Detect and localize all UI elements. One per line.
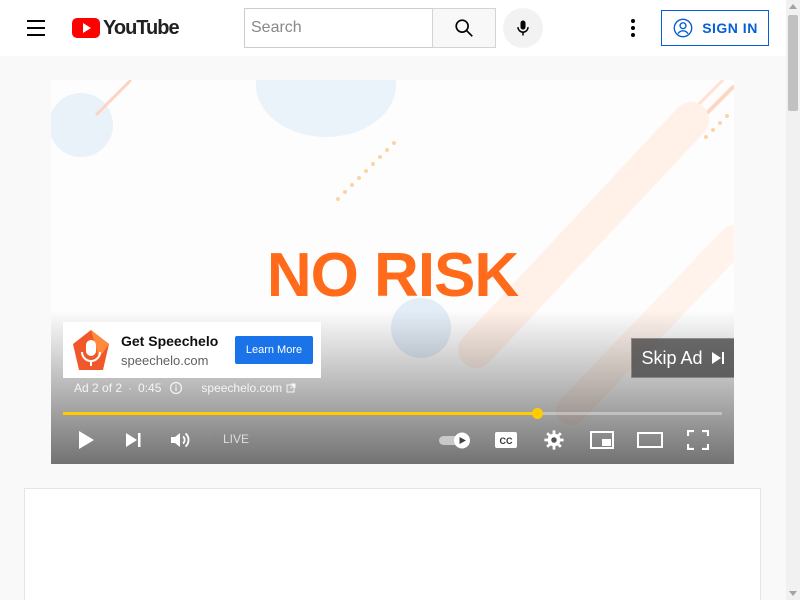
play-icon — [79, 431, 94, 449]
ad-url-link[interactable]: speechelo.com — [201, 381, 282, 395]
page-scrollbar[interactable] — [786, 0, 800, 600]
next-button[interactable] — [113, 420, 153, 460]
more-vert-icon[interactable] — [613, 8, 653, 48]
account-icon — [673, 18, 693, 38]
info-icon[interactable] — [169, 381, 183, 395]
skip-ad-label: Skip Ad — [641, 347, 703, 368]
sign-in-label: SIGN IN — [702, 20, 758, 36]
sign-in-button[interactable]: SIGN IN — [661, 10, 769, 46]
next-icon — [126, 433, 141, 447]
skip-next-icon — [711, 352, 724, 364]
theater-icon — [637, 432, 663, 448]
voice-search-button[interactable] — [503, 8, 543, 48]
autoplay-toggle[interactable] — [436, 420, 476, 460]
scroll-thumb[interactable] — [788, 15, 798, 111]
youtube-logo-icon — [72, 18, 100, 38]
learn-more-button[interactable]: Learn More — [235, 336, 313, 364]
menu-icon[interactable] — [16, 8, 56, 48]
ad-domain: speechelo.com — [121, 353, 209, 368]
settings-button[interactable] — [534, 420, 574, 460]
search-icon — [455, 19, 473, 37]
fullscreen-button[interactable] — [678, 420, 718, 460]
search-box[interactable] — [244, 8, 433, 48]
fullscreen-icon — [687, 430, 709, 450]
miniplayer-icon — [590, 431, 614, 449]
captions-button[interactable]: CC — [486, 420, 526, 460]
captions-icon: CC — [495, 432, 517, 448]
logo-text: YouTube — [103, 16, 180, 39]
masthead: YouTube SIGN IN — [0, 0, 786, 56]
search-input[interactable] — [251, 19, 433, 37]
autoplay-toggle-icon — [439, 432, 470, 449]
player-controls: LIVE CC — [51, 420, 734, 460]
ad-info-line: Ad 2 of 2 · 0:45 speechelo.com — [74, 381, 296, 395]
below-player-panel — [24, 488, 761, 600]
play-button[interactable] — [66, 420, 106, 460]
mute-button[interactable] — [160, 420, 200, 460]
external-link-icon[interactable] — [286, 383, 296, 393]
ad-title[interactable]: Get Speechelo — [121, 333, 218, 349]
ad-time-remaining: 0:45 — [138, 381, 162, 395]
theater-mode-button[interactable] — [630, 420, 670, 460]
speechelo-logo-icon — [73, 330, 109, 370]
ad-info-separator: · — [128, 381, 133, 395]
ad-counter: Ad 2 of 2 — [74, 381, 123, 395]
video-player[interactable]: NO RISK Get Speechelo speechelo.com Lear… — [51, 80, 734, 464]
search-button[interactable] — [432, 8, 496, 48]
ad-progress-bar[interactable] — [63, 408, 722, 419]
volume-icon — [171, 432, 190, 448]
scroll-down-arrow[interactable] — [789, 591, 797, 596]
live-label: LIVE — [223, 432, 250, 446]
skip-ad-button[interactable]: Skip Ad — [631, 338, 734, 378]
youtube-logo[interactable]: YouTube — [72, 16, 180, 39]
live-indicator[interactable]: LIVE — [211, 432, 249, 446]
settings-icon — [544, 430, 564, 450]
scroll-up-arrow[interactable] — [789, 4, 797, 9]
mic-icon — [517, 20, 529, 36]
live-dot — [211, 436, 217, 442]
ad-headline: NO RISK — [266, 241, 519, 310]
ad-companion-card[interactable]: Get Speechelo speechelo.com Learn More — [63, 322, 321, 378]
svg-text:CC: CC — [500, 436, 513, 446]
ad-progress-fill — [63, 412, 538, 415]
miniplayer-button[interactable] — [582, 420, 622, 460]
